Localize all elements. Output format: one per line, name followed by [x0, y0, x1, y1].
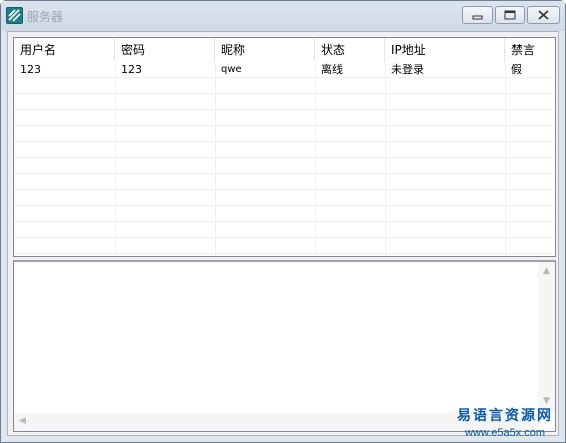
- vertical-scrollbar[interactable]: ▲ ▼: [538, 262, 555, 412]
- watermark: 易语言资源网 www.e5a5x.com: [449, 405, 561, 439]
- empty-row: [14, 126, 555, 142]
- column-header-status[interactable]: 状态: [315, 38, 385, 62]
- app-icon[interactable]: [6, 7, 23, 24]
- table-row[interactable]: 123 123 qwe 离线 未登录 假: [14, 62, 555, 78]
- scroll-left-arrow-icon[interactable]: ◀: [19, 416, 26, 426]
- minimize-button[interactable]: [462, 6, 493, 24]
- scroll-up-arrow-icon[interactable]: ▲: [543, 266, 550, 276]
- empty-row: [14, 190, 555, 206]
- cell-password: 123: [121, 63, 142, 76]
- column-header-username[interactable]: 用户名: [14, 38, 115, 62]
- empty-row: [14, 110, 555, 126]
- column-header-muted[interactable]: 禁言: [505, 38, 555, 62]
- column-header-nickname[interactable]: 昵称: [215, 38, 315, 62]
- empty-row: [14, 206, 555, 222]
- main-window: 服务器 用户名 密码 昵称 状态 IP地址 禁言 123 123 qwe 离线 …: [0, 0, 566, 443]
- cell-ip: 未登录: [391, 63, 424, 76]
- cell-status: 离线: [321, 63, 343, 76]
- cell-username: 123: [20, 63, 41, 76]
- maximize-icon: [504, 10, 516, 20]
- close-button[interactable]: [527, 6, 560, 24]
- column-header-password[interactable]: 密码: [115, 38, 215, 62]
- watermark-url: www.e5a5x.com: [464, 427, 546, 439]
- empty-row: [14, 174, 555, 190]
- table-header: 用户名 密码 昵称 状态 IP地址 禁言: [14, 38, 555, 62]
- cell-nickname: qwe: [221, 64, 242, 75]
- empty-row: [14, 142, 555, 158]
- title-bar[interactable]: 服务器: [1, 1, 565, 31]
- log-text: [14, 262, 555, 268]
- column-header-ip[interactable]: IP地址: [385, 38, 505, 62]
- empty-row: [14, 222, 555, 238]
- cell-muted: 假: [511, 63, 522, 76]
- maximize-button[interactable]: [495, 6, 525, 24]
- user-table[interactable]: 用户名 密码 昵称 状态 IP地址 禁言 123 123 qwe 离线 未登录 …: [13, 37, 556, 257]
- close-icon: [538, 10, 549, 20]
- empty-row: [14, 158, 555, 174]
- empty-row: [14, 94, 555, 110]
- empty-row: [14, 78, 555, 94]
- minimize-icon: [472, 15, 483, 20]
- empty-row: [14, 238, 555, 254]
- client-area: 用户名 密码 昵称 状态 IP地址 禁言 123 123 qwe 离线 未登录 …: [7, 31, 559, 436]
- watermark-cn: 易语言资源网: [457, 408, 553, 424]
- window-title: 服务器: [27, 10, 64, 24]
